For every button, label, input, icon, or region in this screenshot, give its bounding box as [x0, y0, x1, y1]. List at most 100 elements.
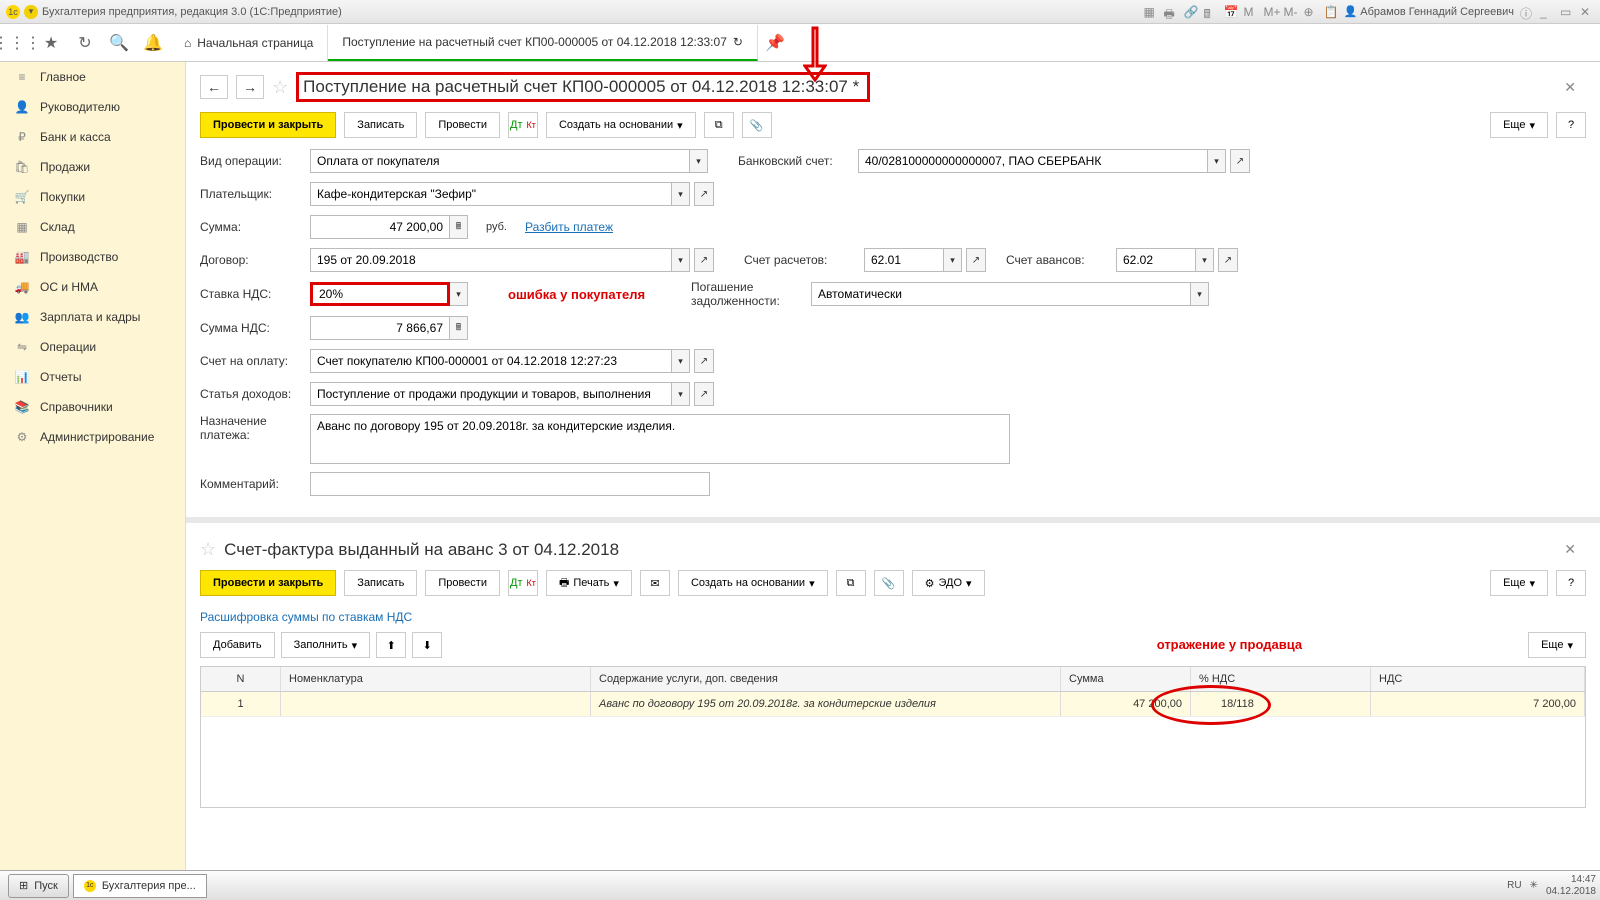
bell-icon[interactable]: 🔔	[136, 25, 170, 61]
sidebar-item-hr[interactable]: 👥Зарплата и кадры	[0, 302, 185, 332]
dk-icon[interactable]: ДтКт	[508, 570, 538, 596]
calc-icon[interactable]: 🖩	[450, 316, 468, 340]
search-icon[interactable]: 🔍	[102, 25, 136, 61]
lang-indicator[interactable]: RU	[1507, 880, 1521, 891]
purpose-input[interactable]: Аванс по договору 195 от 20.09.2018г. за…	[310, 414, 1010, 464]
toolbar-icon[interactable]: ▦	[1144, 5, 1158, 19]
sidebar-item-operations[interactable]: ⇋Операции	[0, 332, 185, 362]
user-label[interactable]: 👤 Абрамов Геннадий Сергеевич	[1344, 5, 1515, 18]
vat-breakdown-link[interactable]: Расшифровка суммы по ставкам НДС	[186, 606, 1600, 628]
edo-button[interactable]: ⚙ ЭДО ▾	[912, 570, 985, 596]
history-icon[interactable]: ↻	[68, 25, 102, 61]
dropdown-icon[interactable]: ▾	[672, 248, 690, 272]
post-close-button[interactable]: Провести и закрыть	[200, 112, 336, 138]
dropdown-icon[interactable]: ▾	[1208, 149, 1226, 173]
sf-create-based-button[interactable]: Создать на основании ▾	[678, 570, 828, 596]
attach-icon[interactable]: 📎	[742, 112, 772, 138]
move-up-icon[interactable]: ⬆	[376, 632, 406, 658]
clipboard-icon[interactable]: 📋	[1324, 5, 1338, 19]
dropdown-icon[interactable]: ▾	[1196, 248, 1214, 272]
sf-post-button[interactable]: Провести	[425, 570, 500, 596]
open-icon[interactable]: ↗	[694, 182, 714, 206]
fill-button[interactable]: Заполнить ▾	[281, 632, 371, 658]
move-down-icon[interactable]: ⬇	[412, 632, 442, 658]
sf-save-button[interactable]: Записать	[344, 570, 417, 596]
tab-home[interactable]: ⌂ Начальная страница	[170, 25, 328, 61]
open-icon[interactable]: ↗	[694, 248, 714, 272]
tray-icon[interactable]: ✳	[1530, 880, 1538, 891]
contract-input[interactable]	[310, 248, 672, 272]
info-icon[interactable]: ⓘ	[1520, 5, 1534, 19]
close-panel-icon[interactable]: ✕	[1564, 79, 1576, 96]
taskbar-app[interactable]: 1c Бухгалтерия пре...	[73, 874, 207, 898]
pin-icon[interactable]: 📌	[758, 25, 792, 61]
help-button[interactable]: ?	[1556, 112, 1586, 138]
sf-more-button[interactable]: Еще ▾	[1490, 570, 1548, 596]
dk-icon[interactable]: ДтКт	[508, 112, 538, 138]
sidebar-item-assets[interactable]: 🚚ОС и НМА	[0, 272, 185, 302]
dropdown-icon[interactable]: ▾	[672, 382, 690, 406]
more-button[interactable]: Еще ▾	[1490, 112, 1548, 138]
sidebar-item-production[interactable]: 🏭Производство	[0, 242, 185, 272]
sidebar-item-stock[interactable]: ▦Склад	[0, 212, 185, 242]
sidebar-item-catalog[interactable]: 📚Справочники	[0, 392, 185, 422]
attach-icon[interactable]: 📎	[874, 570, 904, 596]
sidebar-item-reports[interactable]: 📊Отчеты	[0, 362, 185, 392]
op-type-input[interactable]	[310, 149, 690, 173]
tab-document[interactable]: Поступление на расчетный счет КП00-00000…	[328, 25, 758, 61]
structure-icon[interactable]: ⧉	[836, 570, 866, 596]
structure-icon[interactable]: ⧉	[704, 112, 734, 138]
sidebar-item-manager[interactable]: 👤Руководителю	[0, 92, 185, 122]
sidebar-item-bank[interactable]: ₽Банк и касса	[0, 122, 185, 152]
payer-input[interactable]	[310, 182, 672, 206]
table-row[interactable]: 1 Аванс по договору 195 от 20.09.2018г. …	[201, 692, 1585, 717]
close-panel-icon[interactable]: ✕	[1564, 541, 1576, 558]
dropdown-icon[interactable]: ▾	[672, 349, 690, 373]
sidebar-item-sales[interactable]: 🛍Продажи	[0, 152, 185, 182]
open-icon[interactable]: ↗	[694, 382, 714, 406]
start-button[interactable]: ⊞Пуск	[8, 874, 69, 898]
comment-input[interactable]	[310, 472, 710, 496]
sidebar-item-main[interactable]: ≡Главное	[0, 62, 185, 92]
create-based-button[interactable]: Создать на основании ▾	[546, 112, 696, 138]
favorite-icon[interactable]: ☆	[200, 539, 216, 560]
bank-acc-input[interactable]	[858, 149, 1208, 173]
print-icon[interactable]: 🖶	[1164, 5, 1178, 19]
dropdown-icon[interactable]: ▾	[944, 248, 962, 272]
calc-icon[interactable]: 🖩	[450, 215, 468, 239]
sum-input[interactable]	[310, 215, 450, 239]
invoice-input[interactable]	[310, 349, 672, 373]
back-button[interactable]: ←	[200, 75, 228, 99]
forward-button[interactable]: →	[236, 75, 264, 99]
open-icon[interactable]: ↗	[1218, 248, 1238, 272]
dropdown-icon[interactable]: ▾	[1191, 282, 1209, 306]
dropdown-icon[interactable]: ▾	[450, 282, 468, 306]
open-icon[interactable]: ↗	[966, 248, 986, 272]
m-icon[interactable]: M	[1244, 5, 1258, 19]
zoom-icon[interactable]: ⊕	[1304, 5, 1318, 19]
sf-help-button[interactable]: ?	[1556, 570, 1586, 596]
post-button[interactable]: Провести	[425, 112, 500, 138]
tab-refresh-icon[interactable]: ↻	[733, 35, 743, 49]
debt-input[interactable]	[811, 282, 1191, 306]
sidebar-item-purchases[interactable]: 🛒Покупки	[0, 182, 185, 212]
star-icon[interactable]: ★	[34, 25, 68, 61]
dropdown-icon[interactable]: ▾	[24, 5, 38, 19]
income-input[interactable]	[310, 382, 672, 406]
settle-acc-input[interactable]	[864, 248, 944, 272]
sf-print-button[interactable]: 🖶 Печать ▾	[546, 570, 632, 596]
favorite-icon[interactable]: ☆	[272, 77, 288, 98]
adv-acc-input[interactable]	[1116, 248, 1196, 272]
mail-icon[interactable]: ✉	[640, 570, 670, 596]
dropdown-icon[interactable]: ▾	[690, 149, 708, 173]
restore-icon[interactable]: ▭	[1560, 5, 1574, 19]
split-payment-link[interactable]: Разбить платеж	[525, 220, 613, 234]
m-minus-icon[interactable]: M-	[1284, 5, 1298, 19]
sidebar-item-admin[interactable]: ⚙Администрирование	[0, 422, 185, 452]
dropdown-icon[interactable]: ▾	[672, 182, 690, 206]
grid-more-button[interactable]: Еще ▾	[1528, 632, 1586, 658]
open-icon[interactable]: ↗	[694, 349, 714, 373]
vat-sum-input[interactable]	[310, 316, 450, 340]
minimize-icon[interactable]: _	[1540, 5, 1554, 19]
save-button[interactable]: Записать	[344, 112, 417, 138]
